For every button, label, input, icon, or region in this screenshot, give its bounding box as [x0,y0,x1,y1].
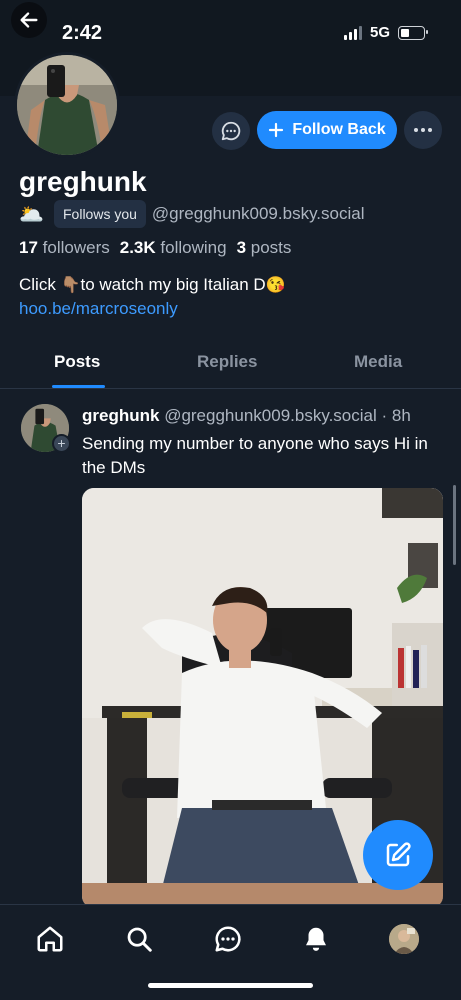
back-button[interactable] [11,2,47,38]
profile-tabs: Posts Replies Media [0,338,461,389]
profile-stats: 17 followers 2.3K following 3 posts [19,238,291,258]
post-time: · 8h [381,406,411,425]
profile-handle: @gregghunk009.bsky.social [151,204,365,223]
scrollbar[interactable] [453,485,456,565]
bell-icon [306,927,326,951]
signal-icon [343,25,362,40]
back-arrow-icon [20,12,38,28]
profile-avatar[interactable] [14,52,120,158]
nav-home[interactable] [30,919,70,959]
nav-profile[interactable] [384,919,424,959]
follow-plus-badge[interactable]: + [52,434,71,453]
tab-replies[interactable]: Replies [197,352,257,372]
messages-icon [215,926,241,952]
bio-link[interactable]: hoo.be/marcroseonly [19,299,178,319]
compose-button[interactable] [363,820,433,890]
kiss-emoji: 😘 [265,277,286,294]
follow-back-button[interactable]: Follow Back [257,111,397,149]
home-icon [37,926,63,952]
more-options-button[interactable] [404,111,442,149]
nav-notifications[interactable] [296,919,336,959]
plus-icon [269,122,284,138]
nav-search[interactable] [119,919,159,959]
more-horizontal-icon [414,128,432,132]
home-indicator [148,983,313,988]
posts-stat: 3 posts [236,238,292,257]
tab-media[interactable]: Media [354,352,402,372]
profile-bio: Click 👇🏽to watch my big Italian D😘 [19,275,286,294]
status-indicators: 5G [343,24,428,41]
follow-back-label: Follow Back [292,121,386,138]
profile-avatar-small [389,924,419,954]
nav-messages[interactable] [208,919,248,959]
post-text: Sending my number to anyone who says Hi … [82,434,428,477]
sun-emoji: 🌥️ [19,203,44,226]
post-author-handle: @gregghunk009.bsky.social [164,406,377,425]
message-button[interactable] [212,112,250,150]
profile-meta-row: 🌥️ Follows you @gregghunk009.bsky.social [19,200,365,228]
following-stat[interactable]: 2.3K following [120,238,227,258]
search-icon [127,927,152,952]
display-name: greghunk [19,166,147,197]
post-author-name[interactable]: greghunk [82,406,159,425]
followers-stat[interactable]: 17 followers [19,238,110,258]
point-down-emoji: 👇🏽 [60,277,81,294]
status-time: 2:42 [62,22,103,44]
tab-posts[interactable]: Posts [54,352,100,372]
compose-icon [386,842,411,867]
network-label: 5G [369,24,390,41]
chat-bubble-icon [221,121,241,141]
active-tab-indicator [52,385,105,388]
post-header: greghunk @gregghunk009.bsky.social · 8h [82,406,411,426]
battery-icon [398,25,428,40]
follows-you-badge: Follows you [54,200,146,228]
